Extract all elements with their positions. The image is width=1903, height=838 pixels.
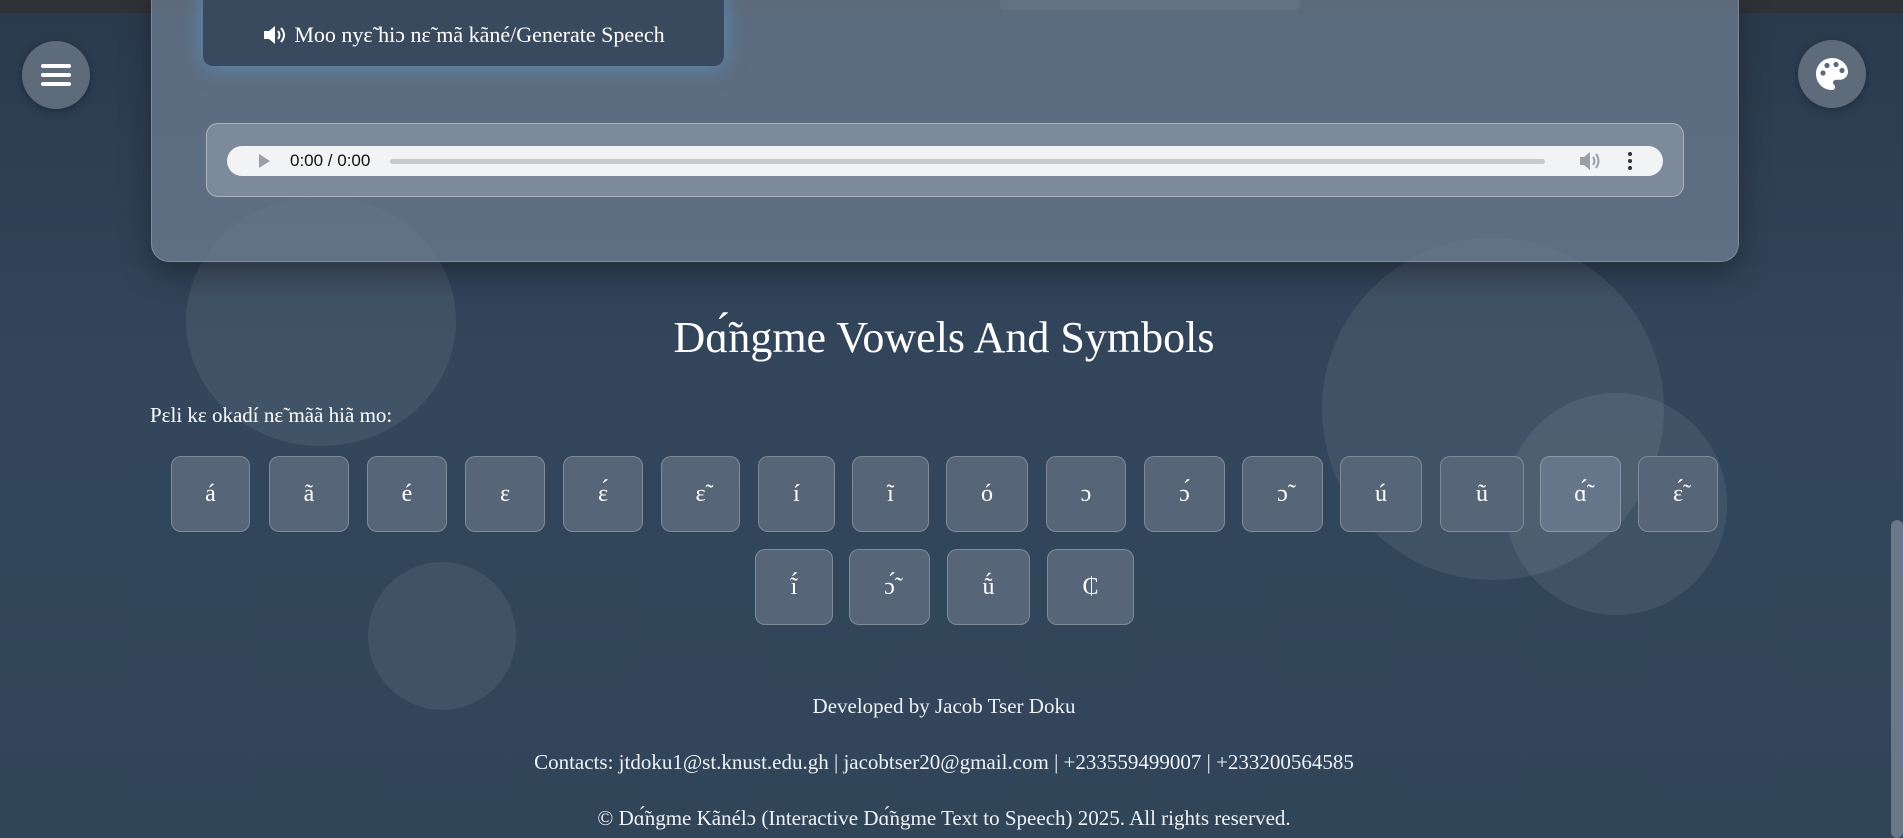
palette-icon [1816,58,1848,90]
volume-icon[interactable] [1579,151,1601,171]
symbol-key[interactable]: ó [946,456,1028,532]
generate-speech-button[interactable]: Moo nyɛ̃ hiɔ nɛ̃ mã kãné/Generate Speech [203,0,724,66]
bg-bubble [368,562,516,710]
symbol-key[interactable]: ɔ́ [1144,456,1225,532]
symbol-key[interactable]: ɛ̃́ [1638,456,1718,532]
symbol-key[interactable]: ɛ [465,456,545,532]
theme-button[interactable] [1798,40,1866,108]
section-title: Dɑ̃́ngme Vowels And Symbols [673,313,1215,362]
symbol-key[interactable]: ɛ̃ [661,456,740,532]
symbol-key[interactable]: ĩ́ [755,549,833,625]
footer-developer: Developed by Jacob Tser Doku [812,694,1076,718]
symbol-prompt: Pɛli kɛ okadí nɛ̃ mãã hiã mo: [150,403,393,427]
symbol-key[interactable]: ṹ [947,549,1030,625]
symbol-key[interactable]: é [367,456,447,532]
symbol-key[interactable]: á [171,456,250,532]
symbol-key[interactable]: ɔ̃́ [849,549,930,625]
more-options-icon[interactable] [1627,152,1633,170]
page-scrollbar[interactable] [1891,520,1903,838]
menu-button[interactable] [22,41,90,109]
symbol-key[interactable]: ɔ̃ [1242,456,1323,532]
symbol-key[interactable]: í [758,456,835,532]
symbol-key[interactable]: ĩ [852,456,929,532]
play-icon[interactable] [259,154,270,168]
symbol-key[interactable]: ₵ [1047,549,1134,625]
symbol-key[interactable]: ã [269,456,349,532]
generate-speech-label: Moo nyɛ̃ hiɔ nɛ̃ mã kãné/Generate Speech [294,21,665,47]
footer-contacts: Contacts: jtdoku1@st.knust.edu.gh | jaco… [534,750,1354,774]
symbol-key[interactable]: ɑ̃́ [1540,456,1621,532]
symbol-key[interactable]: ɛ́ [563,456,643,532]
speaker-icon [264,25,286,44]
audio-player[interactable]: 0:00 / 0:00 [227,146,1663,176]
symbol-key[interactable]: ú [1340,456,1422,532]
symbol-key[interactable]: ɔ [1046,456,1126,532]
symbol-key[interactable]: ũ [1440,456,1524,532]
audio-time: 0:00 / 0:00 [290,151,371,170]
audio-player-container: 0:00 / 0:00 [206,123,1684,197]
footer-copyright: © Dɑ̃́ngme Kãnélɔ (Interactive Dɑ̃́ngme … [597,806,1291,830]
hamburger-icon [41,59,71,91]
audio-progress-track[interactable] [390,158,1545,164]
